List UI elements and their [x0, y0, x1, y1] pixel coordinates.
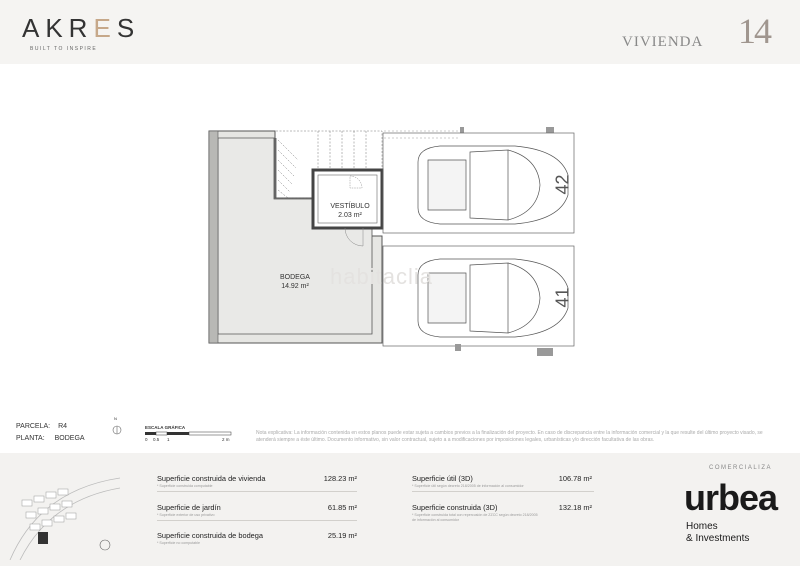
spec-construida-3d-value: 132.18 m² [558, 503, 592, 512]
bodega-floor [217, 137, 373, 335]
spec-util-name: Superficie útil (3D) [412, 474, 473, 483]
spec-construida-vivienda-note: * Superficie construida computable [157, 484, 213, 488]
scale-tick-2: 1 [167, 437, 170, 442]
planta-value: BODEGA [54, 435, 85, 442]
urbea-sub-line2: & Investments [686, 532, 750, 544]
parcela-info: PARCELA: R4 [16, 423, 67, 430]
car-42 [417, 145, 569, 225]
parking-number-42: 42 [552, 174, 573, 195]
explanatory-note: Nota explicativa: La información conteni… [256, 430, 763, 443]
bodega-area: 14.92 m² [281, 283, 309, 290]
spec-util-value: 106.78 m² [558, 474, 592, 483]
bodega-label: BODEGA 14.92 m² [260, 273, 330, 291]
scale-tick-0: 0 [145, 437, 148, 442]
compass-icon [112, 425, 122, 435]
parcela-label: PARCELA: [16, 423, 51, 430]
spec-construida-3d-note: * Superficie construida total con reperc… [412, 513, 538, 522]
spec-bodega-value: 25.19 m² [327, 531, 357, 540]
vivienda-number: 14 [738, 11, 772, 51]
spec-construida-vivienda-value: 128.23 m² [323, 474, 357, 483]
watermark: habitaclia [330, 264, 433, 289]
floor-plan-drawing [208, 127, 575, 356]
spec-jardin-note: * Superficie exterior de uso privativo [157, 513, 215, 517]
spec-util-note: * Superficie útil según decreto 218/2005… [412, 484, 524, 488]
spec-divider [157, 520, 357, 521]
planta-info: PLANTA: BODEGA [16, 435, 85, 442]
vestibulo-label: VESTÍBULO 2.03 m² [318, 202, 382, 220]
parking-number-41: 41 [552, 287, 573, 308]
vestibulo-name: VESTÍBULO [330, 203, 370, 210]
scale-title: ESCALA GRÁFICA [145, 425, 186, 430]
footer-panel [0, 453, 800, 566]
car-41 [417, 258, 569, 338]
site-map-thumbnail [9, 477, 120, 560]
akres-logo: AKRES [22, 13, 141, 43]
spec-divider [157, 491, 357, 492]
parcela-value: R4 [58, 423, 68, 430]
urbea-subtitle: Homes & Investments [686, 521, 749, 544]
spec-bodega-note: * Superficie no computable [157, 541, 200, 545]
spec-construida-3d-name: Superficie construida (3D) [412, 503, 498, 512]
header-bar: AKRES BUILT TO INSPIRE VIVIENDA 14 [0, 0, 800, 64]
spec-divider [412, 491, 594, 492]
spec-construida-vivienda-name: Superficie construida de vivienda [157, 474, 266, 483]
compass-north: N [114, 416, 117, 421]
planta-label: PLANTA: [16, 435, 45, 442]
spec-bodega-name: Superficie construida de bodega [157, 531, 264, 540]
scale-tick-1: 0.5 [153, 437, 160, 442]
urbea-logo: urbea [684, 477, 778, 518]
vivienda-label: VIVIENDA [622, 34, 704, 50]
bodega-name: BODEGA [280, 274, 310, 281]
scale-tick-3: 2 m [222, 437, 230, 442]
comercializa-label: COMERCIALIZA [709, 465, 773, 471]
vestibulo-area: 2.03 m² [338, 212, 362, 219]
urbea-sub-line1: Homes [686, 521, 718, 532]
spec-jardin-name: Superficie de jardín [157, 503, 221, 512]
spec-jardin-value: 61.85 m² [327, 503, 357, 512]
logo-tagline: BUILT TO INSPIRE [30, 46, 98, 52]
